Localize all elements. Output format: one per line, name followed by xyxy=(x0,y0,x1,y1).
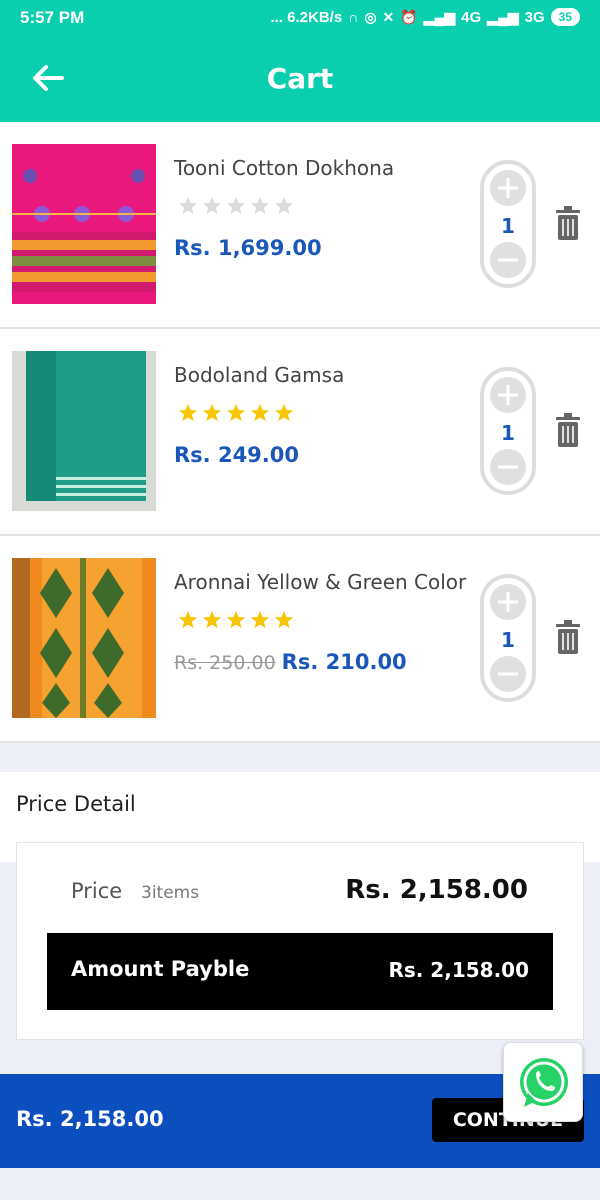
cart-total: Rs. 2,158.00 xyxy=(16,1107,164,1131)
price-row: Rs. 249.00 xyxy=(174,443,299,467)
star-icon xyxy=(251,404,269,421)
status-bar: 5:57 PM ... 6.2KB/s ∩ ◎ ✕ ⏰ ▂▄▆ 4G ▂▄▆ 3… xyxy=(0,0,600,38)
star-icon xyxy=(227,197,245,214)
star-icon xyxy=(275,197,293,214)
minus-icon[interactable] xyxy=(490,242,526,278)
star-icon xyxy=(275,404,293,421)
plus-icon[interactable] xyxy=(490,377,526,413)
star-icon xyxy=(203,197,221,214)
network-speed: ... 6.2KB/s xyxy=(270,8,343,26)
battery-icon: 35 xyxy=(550,8,580,26)
star-icon xyxy=(251,197,269,214)
product-price: Rs. 210.00 xyxy=(281,650,407,674)
star-icon xyxy=(203,404,221,421)
rating-stars xyxy=(178,403,294,423)
star-icon xyxy=(179,404,197,421)
app-bar: Cart xyxy=(0,38,600,122)
signal-icon-2: ▂▄▆ xyxy=(487,8,519,25)
star-icon xyxy=(203,611,221,628)
amount-payable-row: Amount Payble Rs. 2,158.00 xyxy=(47,933,553,1010)
whatsapp-button[interactable] xyxy=(503,1042,583,1122)
star-icon xyxy=(179,611,197,628)
amount-payable-value: Rs. 2,158.00 xyxy=(388,958,529,982)
product-image[interactable] xyxy=(12,558,156,718)
rating-stars xyxy=(178,196,294,216)
cart-item: Aronnai Yellow & Green Color Rs. 250.00 R… xyxy=(0,536,600,743)
headphones-icon: ∩ xyxy=(348,9,359,25)
signal-icon: ▂▄▆ xyxy=(423,8,456,25)
plus-icon[interactable] xyxy=(490,170,526,206)
star-icon xyxy=(179,197,197,214)
product-name[interactable]: Bodoland Gamsa xyxy=(174,363,344,387)
price-row: Rs. 250.00 Rs. 210.00 xyxy=(174,650,407,674)
quantity-value: 1 xyxy=(501,214,515,238)
cart-item: Tooni Cotton Dokhona Rs. 1,699.00 1 xyxy=(0,122,600,329)
status-time: 5:57 PM xyxy=(20,8,85,27)
hotspot-icon: ◎ xyxy=(364,8,377,25)
star-icon xyxy=(227,404,245,421)
product-price: Rs. 1,699.00 xyxy=(174,236,322,260)
product-name[interactable]: Aronnai Yellow & Green Color xyxy=(174,570,466,594)
price-detail-title: Price Detail xyxy=(16,792,136,816)
product-image[interactable] xyxy=(12,144,156,304)
item-count: 3items xyxy=(141,883,200,903)
product-name[interactable]: Tooni Cotton Dokhona xyxy=(174,156,394,180)
original-price: Rs. 250.00 xyxy=(174,652,276,674)
quantity-value: 1 xyxy=(501,628,515,652)
rating-stars xyxy=(178,610,294,630)
price-label: Price xyxy=(71,879,123,903)
price-value: Rs. 2,158.00 xyxy=(345,875,528,905)
cart-list: Tooni Cotton Dokhona Rs. 1,699.00 1 Bodo… xyxy=(0,122,600,743)
star-icon xyxy=(227,611,245,628)
star-icon xyxy=(275,611,293,628)
amount-payable-label: Amount Payble xyxy=(71,957,250,981)
network-type-1: 4G xyxy=(461,8,482,26)
minus-icon[interactable] xyxy=(490,449,526,485)
minus-icon[interactable] xyxy=(490,656,526,692)
trash-icon[interactable] xyxy=(555,206,581,240)
quantity-stepper: 1 xyxy=(480,574,536,702)
trash-icon[interactable] xyxy=(555,620,581,654)
price-detail-card: Price 3items Rs. 2,158.00 Amount Payble … xyxy=(16,842,584,1040)
trash-icon[interactable] xyxy=(555,413,581,447)
cart-item: Bodoland Gamsa Rs. 249.00 1 xyxy=(0,329,600,536)
star-icon xyxy=(251,611,269,628)
network-type-2: 3G xyxy=(524,8,545,26)
whatsapp-icon xyxy=(520,1058,568,1107)
price-row: Rs. 1,699.00 xyxy=(174,236,322,260)
quantity-stepper: 1 xyxy=(480,367,536,495)
quantity-value: 1 xyxy=(501,421,515,445)
mute-icon: ✕ xyxy=(382,8,395,25)
product-image[interactable] xyxy=(12,351,156,511)
page-title: Cart xyxy=(266,62,334,95)
alarm-icon: ⏰ xyxy=(400,8,418,25)
product-price: Rs. 249.00 xyxy=(174,443,299,467)
status-indicators: ... 6.2KB/s ∩ ◎ ✕ ⏰ ▂▄▆ 4G ▂▄▆ 3G 35 xyxy=(270,8,580,26)
quantity-stepper: 1 xyxy=(480,160,536,288)
plus-icon[interactable] xyxy=(490,584,526,620)
